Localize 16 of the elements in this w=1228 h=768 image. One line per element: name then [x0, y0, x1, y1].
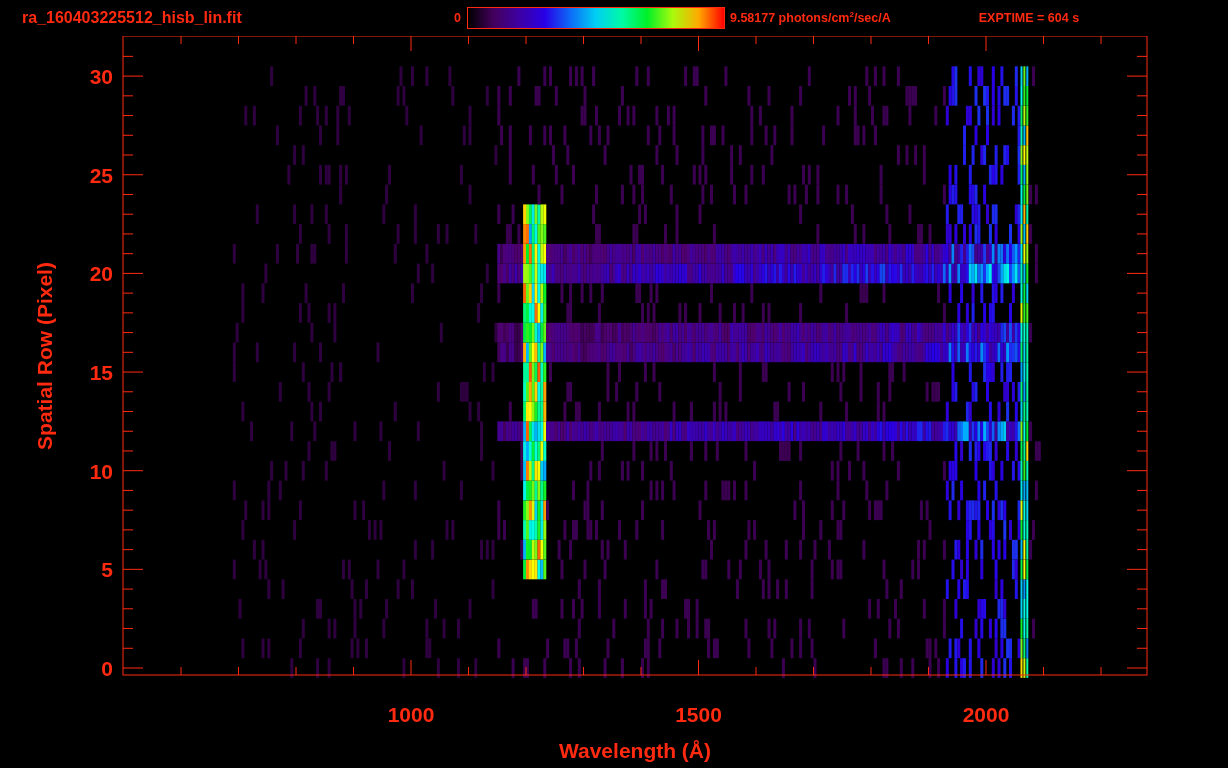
y-tick-label: 30: [89, 65, 113, 89]
y-tick-label: 5: [101, 558, 113, 582]
x-tick-label: 1000: [387, 703, 435, 726]
y-tick-label: 15: [89, 361, 113, 385]
file-title: ra_160403225512_hisb_lin.fit: [22, 9, 243, 27]
x-tick-label: 1500: [675, 703, 722, 726]
x-tick-label: 2000: [962, 703, 1010, 726]
y-axis-label: Spatial Row (Pixel): [33, 262, 56, 450]
colorbar-max-label: 9.58177 photons/cm$^{2}$/sec/A: [729, 10, 891, 26]
y-tick-label: 0: [101, 657, 113, 680]
x-axis-label: Wavelength (Å): [558, 739, 712, 762]
y-tick-label: 10: [89, 459, 113, 483]
exposure-time: EXPTIME = 604 s: [978, 11, 1080, 25]
colorbar-min-label: 0: [454, 11, 461, 25]
y-tick-label: 20: [89, 262, 113, 286]
y-tick-label: 25: [89, 163, 113, 187]
